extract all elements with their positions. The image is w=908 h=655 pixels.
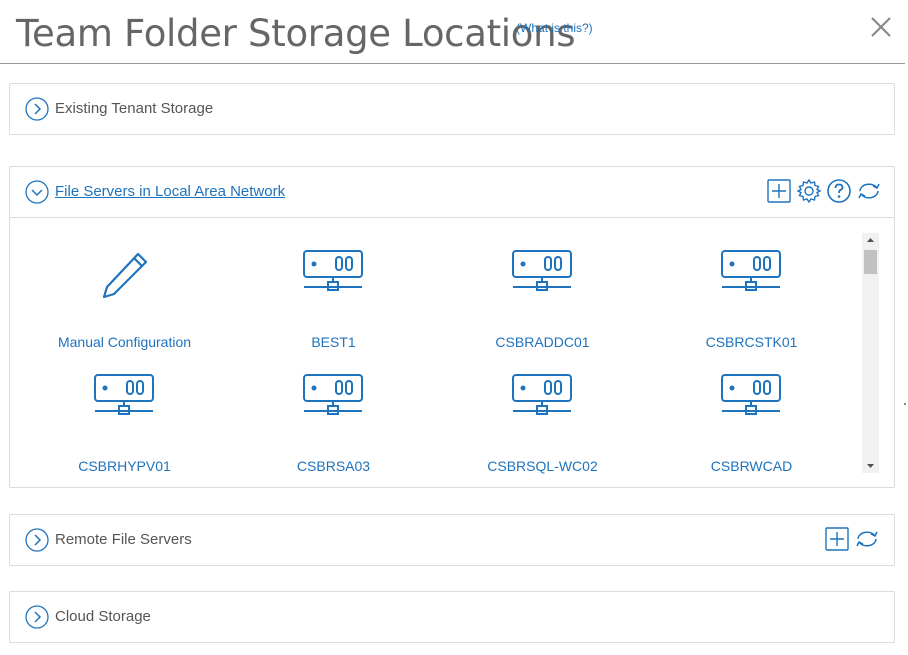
item-label: Manual Configuration — [57, 334, 192, 350]
remote-file-servers-panel: Remote File Servers — [9, 514, 895, 566]
add-icon[interactable] — [824, 526, 850, 552]
server-grid: Manual Configuration BEST1 CSBRADDC01 CS… — [20, 236, 856, 476]
dialog-header: Team Folder Storage Locations (What is t… — [0, 0, 905, 64]
chevron-down-icon[interactable] — [25, 180, 49, 204]
server-icon — [94, 374, 154, 415]
help-icon[interactable] — [826, 178, 852, 204]
panel-header[interactable]: Remote File Servers — [10, 515, 894, 565]
scroll-up-arrow-icon[interactable] — [862, 233, 879, 247]
add-icon[interactable] — [766, 178, 792, 204]
gear-icon[interactable] — [796, 178, 822, 204]
panel-toolbar — [766, 178, 882, 204]
server-item[interactable]: CSBRSA03 — [229, 360, 438, 476]
panel-header[interactable]: Cloud Storage — [10, 592, 894, 642]
server-item[interactable]: CSBRHYPV01 — [20, 360, 229, 476]
panel-title-link[interactable]: File Servers in Local Area Network — [55, 183, 285, 200]
server-icon — [303, 374, 363, 415]
server-item[interactable]: CSBRCSTK01 — [647, 236, 856, 352]
chevron-right-icon[interactable] — [25, 528, 49, 552]
refresh-icon[interactable] — [856, 178, 882, 204]
server-item[interactable]: BEST1 — [229, 236, 438, 352]
panel-title[interactable]: Remote File Servers — [55, 531, 192, 548]
chevron-right-icon[interactable] — [25, 97, 49, 121]
scroll-down-arrow-icon[interactable] — [862, 459, 879, 473]
what-is-this-link[interactable]: (What is this?) — [516, 21, 593, 35]
server-list-area: Manual Configuration BEST1 CSBRADDC01 CS… — [10, 217, 894, 487]
server-icon — [512, 250, 572, 291]
dialog-title: Team Folder Storage Locations — [16, 12, 576, 55]
item-label: CSBRCSTK01 — [705, 334, 798, 350]
server-icon — [721, 374, 781, 415]
existing-tenant-storage-panel: Existing Tenant Storage — [9, 83, 895, 135]
manual-configuration-item[interactable]: Manual Configuration — [20, 236, 229, 352]
lan-file-servers-panel: File Servers in Local Area Network Manua… — [9, 166, 895, 488]
item-label: CSBRADDC01 — [495, 334, 590, 350]
item-label: CSBRWCAD — [710, 458, 793, 474]
panel-header[interactable]: Existing Tenant Storage — [10, 84, 894, 134]
panel-header[interactable]: File Servers in Local Area Network — [10, 167, 894, 217]
server-item[interactable]: CSBRWCAD — [647, 360, 856, 476]
server-icon — [303, 250, 363, 291]
panel-title[interactable]: Existing Tenant Storage — [55, 100, 213, 117]
item-label: CSBRHYPV01 — [78, 458, 171, 474]
refresh-icon[interactable] — [854, 526, 880, 552]
server-icon — [721, 250, 781, 291]
close-icon[interactable] — [866, 12, 896, 42]
vertical-scrollbar[interactable] — [862, 233, 879, 473]
item-label: CSBRSA03 — [296, 458, 371, 474]
pencil-icon — [102, 252, 148, 299]
stray-dot — [904, 403, 906, 405]
server-item[interactable]: CSBRADDC01 — [438, 236, 647, 352]
server-icon — [512, 374, 572, 415]
item-label: CSBRSQL-WC02 — [487, 458, 598, 474]
panel-toolbar — [824, 526, 880, 552]
chevron-right-icon[interactable] — [25, 605, 49, 629]
cloud-storage-panel: Cloud Storage — [9, 591, 895, 643]
scrollbar-thumb[interactable] — [864, 250, 877, 274]
item-label: BEST1 — [311, 334, 356, 350]
server-item[interactable]: CSBRSQL-WC02 — [438, 360, 647, 476]
panel-title[interactable]: Cloud Storage — [55, 608, 151, 625]
